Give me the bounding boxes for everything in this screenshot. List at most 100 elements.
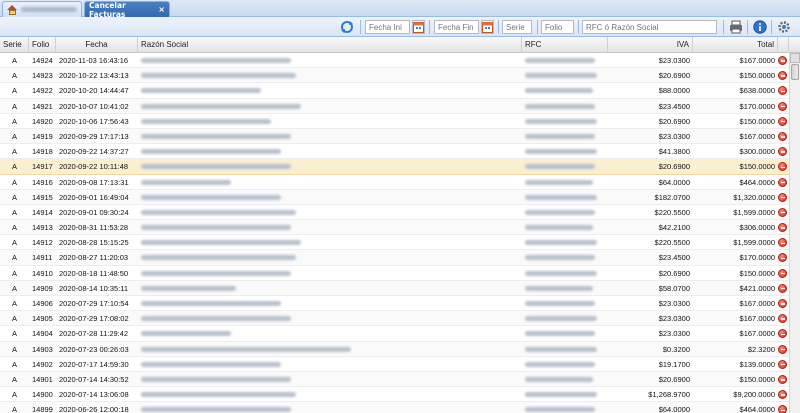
cancel-invoice-icon[interactable]: [778, 207, 787, 217]
cell-rfc-redacted: [522, 266, 608, 281]
cell-serie: A: [11, 253, 17, 263]
cell-rfc-redacted: [522, 144, 608, 159]
cell-razon-social-redacted: [138, 281, 522, 296]
fecha-fin-input[interactable]: [434, 20, 479, 34]
cell-total: $150.0000: [739, 374, 775, 384]
cell-razon-social-redacted: [138, 159, 522, 174]
table-row[interactable]: A 14919 2020-09-29 17:17:13 $23.0300 $167.00…: [0, 128, 789, 145]
settings-icon[interactable]: [777, 20, 791, 34]
table-row[interactable]: A 14899 2020-06-26 12:00:18 $64.0000 $464.00…: [0, 402, 789, 413]
cancel-invoice-icon[interactable]: [778, 329, 787, 339]
table-row[interactable]: A 14902 2020-07-17 14:59:30 $19.1700 $139.00…: [0, 357, 789, 372]
cell-fecha: 2020-07-14 13:06:08: [59, 390, 129, 400]
cancel-invoice-icon[interactable]: [778, 192, 787, 202]
cancel-invoice-icon[interactable]: [778, 314, 787, 324]
table-row[interactable]: A 14910 2020-08-18 11:48:50 $20.6900 $150.00…: [0, 266, 789, 281]
table-row[interactable]: A 14913 2020-08-31 11:53:28 $42.2100 $306.00…: [0, 220, 789, 236]
fecha-ini-input[interactable]: [365, 20, 410, 34]
cell-fecha: 2020-09-08 17:13:31: [59, 177, 129, 187]
cancel-invoice-icon[interactable]: [778, 359, 787, 369]
cell-iva: $20.6900: [658, 268, 690, 278]
vertical-scrollbar[interactable]: [789, 53, 800, 413]
table-row[interactable]: A 14917 2020-09-22 10:11:48 $20.6900 $150.00…: [0, 159, 789, 175]
column-header-fecha[interactable]: Fecha: [56, 37, 138, 53]
column-header-folio[interactable]: Folio: [29, 37, 56, 53]
column-header-total[interactable]: Total: [693, 37, 778, 53]
table-row[interactable]: A 14914 2020-09-01 09:30:24 $220.5500 $1,599…: [0, 205, 789, 221]
column-header-rfc[interactable]: RFC: [522, 37, 608, 53]
cancel-invoice-icon[interactable]: [778, 101, 787, 111]
table-row[interactable]: A 14903 2020-07-23 00:26:03 $0.3200 $2.3200: [0, 341, 789, 357]
cell-total: $1,599.0000: [733, 207, 775, 217]
cancel-invoice-icon[interactable]: [778, 283, 787, 293]
cell-folio: 14911: [32, 253, 53, 263]
search-input[interactable]: [582, 20, 717, 34]
cancel-invoice-icon[interactable]: [778, 405, 787, 413]
folio-input[interactable]: [541, 20, 574, 34]
cell-iva: $0.3200: [662, 344, 690, 354]
cancel-invoice-icon[interactable]: [778, 299, 787, 308]
table-row[interactable]: A 14905 2020-07-29 17:08:02 $23.0300 $167.00…: [0, 311, 789, 327]
cancel-invoice-icon[interactable]: [778, 177, 787, 187]
cell-folio: 14916: [32, 177, 53, 187]
cell-rfc-redacted: [522, 402, 608, 413]
table-row[interactable]: A 14912 2020-08-28 15:15:25 $220.5500 $1,599…: [0, 235, 789, 251]
column-header-serie[interactable]: Serie: [0, 37, 29, 53]
tab-home[interactable]: [2, 1, 82, 17]
close-icon[interactable]: ×: [158, 5, 165, 14]
cell-iva: $42.2100: [658, 223, 690, 233]
cancel-invoice-icon[interactable]: [778, 223, 787, 233]
cancel-invoice-icon[interactable]: [778, 131, 787, 141]
cell-serie: A: [11, 299, 17, 308]
table-row[interactable]: A 14901 2020-07-14 14:30:52 $20.6900 $150.00…: [0, 371, 789, 388]
scroll-up-arrow[interactable]: [790, 53, 800, 63]
cancel-invoice-icon[interactable]: [778, 253, 787, 263]
table-row[interactable]: A 14915 2020-09-01 16:49:04 $182.0700 $1,320…: [0, 189, 789, 205]
table-row[interactable]: A 14900 2020-07-14 13:06:08 $1,268.9700 $9,2…: [0, 387, 789, 403]
cell-folio: 14915: [32, 192, 53, 202]
cell-serie: A: [11, 101, 17, 111]
table-row[interactable]: A 14921 2020-10-07 10:41:02 $23.4500 $170.00…: [0, 98, 789, 114]
refresh-icon[interactable]: [340, 20, 354, 34]
cell-razon-social-redacted: [138, 53, 522, 68]
table-row[interactable]: A 14911 2020-08-27 11:20:03 $23.4500 $170.00…: [0, 250, 789, 266]
cancel-invoice-icon[interactable]: [778, 238, 787, 248]
table-row[interactable]: A 14924 2020-11-03 16:43:16 $23.0300 $167.00…: [0, 53, 789, 69]
cell-serie: A: [11, 192, 17, 202]
table-row[interactable]: A 14922 2020-10-20 14:44:47 $88.0000 $638.00…: [0, 83, 789, 99]
print-icon[interactable]: [729, 20, 743, 34]
scroll-thumb[interactable]: [791, 64, 799, 80]
cell-serie: A: [11, 223, 17, 233]
cancel-invoice-icon[interactable]: [778, 268, 787, 278]
calendar-icon[interactable]: [481, 20, 494, 34]
cancel-invoice-icon[interactable]: [778, 71, 787, 81]
cell-fecha: 2020-10-06 17:56:43: [59, 116, 129, 126]
cell-rfc-redacted: [522, 311, 608, 326]
cell-fecha: 2020-08-27 11:20:03: [59, 253, 129, 263]
cancel-invoice-icon[interactable]: [778, 86, 787, 96]
cell-razon-social-redacted: [138, 311, 522, 326]
cancel-invoice-icon[interactable]: [778, 390, 787, 400]
table-row[interactable]: A 14909 2020-08-14 10:35:11 $58.0700 $421.00…: [0, 280, 789, 296]
table-row[interactable]: A 14916 2020-09-08 17:13:31 $64.0000 $464.00…: [0, 175, 789, 190]
serie-input[interactable]: [502, 20, 532, 34]
column-header-razon-social[interactable]: Razón Social: [138, 37, 522, 53]
cancel-invoice-icon[interactable]: [778, 344, 787, 354]
table-row[interactable]: A 14920 2020-10-06 17:56:43 $20.6900 $150.00…: [0, 114, 789, 129]
calendar-icon[interactable]: [412, 20, 425, 34]
cell-folio: 14917: [32, 162, 53, 172]
table-row[interactable]: A 14904 2020-07-28 11:29:42 $23.0300 $167.00…: [0, 326, 789, 342]
column-header-iva[interactable]: IVA: [608, 37, 693, 53]
table-row[interactable]: A 14923 2020-10-22 13:43:13 $20.6900 $150.00…: [0, 68, 789, 84]
cancel-invoice-icon[interactable]: [778, 374, 787, 384]
table-row[interactable]: A 14918 2020-09-22 14:37:27 $41.3800 $300.00…: [0, 144, 789, 160]
grid-body: A 14924 2020-11-03 16:43:16 $23.0300 $167.00…: [0, 53, 789, 413]
table-row[interactable]: A 14906 2020-07-29 17:10:54 $23.0300 $167.00…: [0, 296, 789, 312]
cancel-invoice-icon[interactable]: [778, 162, 787, 172]
tab-cancelar-facturas[interactable]: Cancelar Facturas ×: [84, 1, 170, 19]
cancel-invoice-icon[interactable]: [778, 56, 787, 65]
cancel-invoice-icon[interactable]: [778, 147, 787, 157]
cancel-invoice-icon[interactable]: [778, 116, 787, 126]
info-icon[interactable]: [753, 20, 767, 34]
cell-iva: $20.6900: [658, 71, 690, 81]
